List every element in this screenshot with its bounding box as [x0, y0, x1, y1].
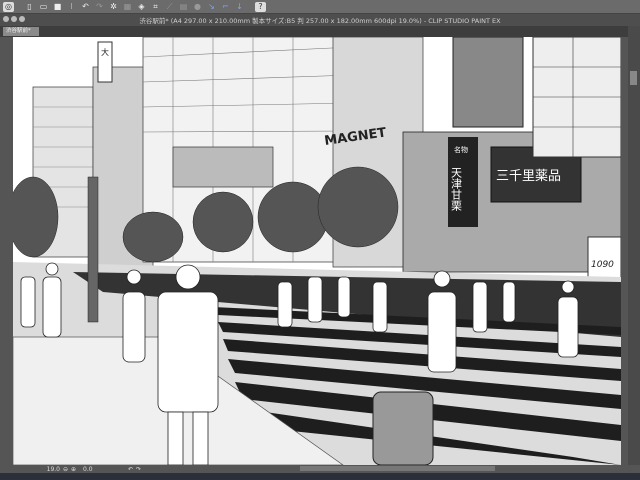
- horizontal-scrollbar[interactable]: [300, 466, 495, 471]
- status-bar: 19.0 ⊖ ⊕ 0.0 ↶ ↷: [0, 465, 640, 473]
- vertical-scrollbar[interactable]: [628, 26, 640, 465]
- snap-ruler-icon[interactable]: ↘: [206, 2, 217, 12]
- help-icon[interactable]: ?: [255, 1, 266, 12]
- illustration: MAGNET 名物 天津甘栗 三千里薬品 大 1090: [13, 37, 621, 465]
- canvas[interactable]: MAGNET 名物 天津甘栗 三千里薬品 大 1090: [13, 37, 621, 465]
- sign-1090: 1090: [591, 260, 614, 270]
- sign-dai: 大: [101, 47, 109, 57]
- dot-icon[interactable]: ●: [192, 2, 203, 12]
- transform-icon[interactable]: ▦: [122, 2, 133, 12]
- zoom-out-icon[interactable]: ⊖: [63, 466, 68, 473]
- command-bar: ◎ ▯ ▭ ■ ⁝ ↶ ↷ ✲ ▦ ◈ ⌗ ⟋ ▤ ● ↘ ⌐ ↓ ?: [0, 0, 640, 14]
- redo-icon[interactable]: ↷: [94, 2, 105, 12]
- tab-document[interactable]: 渋谷駅前*: [3, 27, 39, 36]
- zoom-value[interactable]: 19.0: [38, 466, 60, 473]
- crop-icon[interactable]: ⌗: [150, 2, 161, 12]
- undo-icon[interactable]: ↶: [80, 2, 91, 12]
- scroll-thumb[interactable]: [630, 71, 637, 85]
- minimize-button[interactable]: [11, 16, 17, 22]
- sign-pharmacy: 三千里薬品: [496, 169, 561, 184]
- canvas-area[interactable]: MAGNET 名物 天津甘栗 三千里薬品 大 1090: [0, 37, 628, 465]
- more-icon[interactable]: ⁝: [66, 2, 77, 12]
- settings-icon[interactable]: ✲: [108, 2, 119, 12]
- open-icon[interactable]: ▭: [38, 2, 49, 12]
- tab-bar: 渋谷駅前*: [0, 26, 640, 37]
- rotate-left-icon[interactable]: ↶: [128, 466, 133, 473]
- save-icon[interactable]: ■: [52, 2, 63, 12]
- snap-grid-icon[interactable]: ⌐: [220, 2, 231, 12]
- grid-icon[interactable]: ▤: [178, 2, 189, 12]
- snap-point-icon[interactable]: ↓: [234, 2, 245, 12]
- rotation-value[interactable]: 0.0: [83, 466, 103, 473]
- window-title: 渋谷駅前* (A4 297.00 x 210.00mm 製本サイズ:B5 判 2…: [0, 14, 640, 26]
- sign-tenshin: 天津甘栗: [450, 167, 463, 212]
- new-icon[interactable]: ▯: [24, 2, 35, 12]
- window-controls: [3, 16, 25, 22]
- sign-meibutsu: 名物: [454, 145, 468, 154]
- fill-icon[interactable]: ◈: [136, 2, 147, 12]
- zoom-in-icon[interactable]: ⊕: [71, 466, 76, 473]
- maximize-button[interactable]: [19, 16, 25, 22]
- clip-studio-icon[interactable]: ◎: [3, 1, 14, 12]
- desktop-strip: [0, 473, 640, 480]
- ruler-icon[interactable]: ⟋: [164, 2, 175, 12]
- close-button[interactable]: [3, 16, 9, 22]
- rotate-right-icon[interactable]: ↷: [136, 466, 141, 473]
